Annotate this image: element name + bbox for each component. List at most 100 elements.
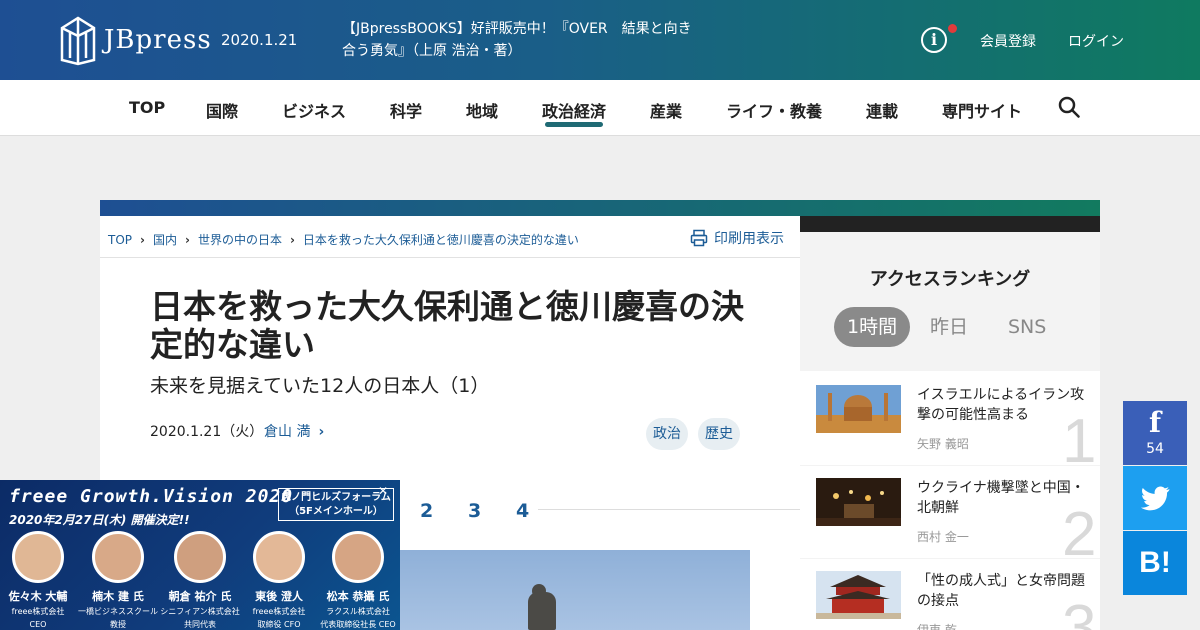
ad-speaker: 松本 恭攝 氏 ラクスル株式会社 代表取締役社長 CEO — [318, 531, 398, 630]
breadcrumb-current[interactable]: 日本を救った大久保利通と徳川慶喜の決定的な違い — [303, 233, 579, 247]
article-subtitle: 未来を見据えていた12人の日本人（1） — [150, 375, 490, 397]
speaker-role: 共同代表 — [184, 620, 216, 629]
speaker-org: ラクスル株式会社 — [326, 607, 390, 616]
author-name: 倉山 満 — [264, 424, 311, 440]
tag-history[interactable]: 歴史 — [698, 418, 740, 450]
breadcrumb-domestic[interactable]: 国内 — [153, 233, 177, 247]
nav-item-top[interactable]: TOP — [129, 98, 165, 117]
nav-item-business[interactable]: ビジネス — [282, 98, 346, 122]
info-icon[interactable]: i — [921, 27, 947, 53]
article-hero-image — [400, 550, 750, 630]
page-link-4[interactable]: 4 — [516, 500, 529, 522]
speaker-name: 楠木 建 氏 — [92, 590, 144, 603]
facebook-icon: f — [1148, 406, 1162, 439]
ranking-item[interactable]: 「性の成人式」と女帝問題の接点 伊東 乾 3 — [800, 559, 1100, 630]
login-link[interactable]: ログイン — [1068, 31, 1124, 51]
hatena-bookmark-button[interactable]: B! — [1123, 531, 1187, 595]
author-link[interactable]: 倉山 満 › — [264, 421, 324, 441]
ranking-item-author: 西村 金一 — [917, 530, 969, 544]
divider — [800, 556, 1100, 558]
speaker-org: シニフィアン株式会社 — [160, 607, 240, 616]
close-icon[interactable]: ✕ — [378, 484, 388, 498]
ad-venue-line: （5Fメインホール） — [289, 506, 383, 517]
nav-active-indicator — [545, 122, 603, 127]
nav-item-politics-economy[interactable]: 政治経済 — [542, 98, 606, 122]
speaker-org: 一橋ビジネススクール — [78, 607, 158, 616]
speaker-role: 代表取締役社長 CEO — [320, 620, 396, 629]
breadcrumb-top[interactable]: TOP — [108, 233, 132, 247]
facebook-share-button[interactable]: f 54 — [1123, 401, 1187, 465]
nav-item-industry[interactable]: 産業 — [650, 98, 682, 122]
speaker-name: 松本 恭攝 氏 — [326, 590, 390, 603]
print-label: 印刷用表示 — [714, 231, 784, 247]
ranking-title: アクセスランキング — [869, 269, 1031, 290]
statue-shape — [528, 592, 556, 630]
speaker-name: 東後 澄人 — [255, 590, 303, 603]
tab-1hour[interactable]: 1時間 — [834, 307, 911, 347]
ranking-number: 2 — [1062, 500, 1097, 557]
section-band — [100, 200, 1100, 216]
ad-venue-line: 虎ノ門ヒルズフォーラム — [281, 492, 391, 503]
ad-speaker: 佐々木 大輔 freee株式会社 CEO — [0, 531, 78, 630]
nav-item-region[interactable]: 地域 — [466, 98, 498, 122]
nav-item-special-sites[interactable]: 専門サイト — [942, 98, 1022, 122]
chevron-right-icon: › — [318, 424, 325, 440]
breadcrumb-separator: › — [140, 233, 145, 247]
nav-item-international[interactable]: 国際 — [206, 98, 238, 122]
header-date: 2020.1.21 — [221, 31, 298, 49]
avatar — [332, 531, 384, 583]
facebook-share-count: 54 — [1146, 441, 1164, 457]
ranking-thumbnail — [816, 478, 901, 526]
logo-text: JBpress — [104, 25, 212, 55]
page-link-3[interactable]: 3 — [468, 500, 481, 522]
ad-banner[interactable]: freee Growth.Vision 2020 2020年2月27日(木) 開… — [0, 480, 400, 630]
breadcrumb-world-japan[interactable]: 世界の中の日本 — [198, 233, 282, 247]
article-date: 2020.1.21（火） — [150, 424, 264, 440]
sidebar-top-bar — [800, 216, 1100, 232]
article-title: 日本を救った大久保利通と徳川慶喜の決定的な違い — [150, 287, 744, 364]
nav-item-series[interactable]: 連載 — [866, 98, 898, 122]
speaker-role: 教授 — [110, 620, 126, 629]
nav-item-science[interactable]: 科学 — [390, 98, 422, 122]
logo-mark-icon — [60, 16, 96, 66]
access-ranking: アクセスランキング 1時間 昨日 SNS イスラエルによるイラン攻撃の可能性高ま… — [800, 232, 1100, 630]
page-link-2[interactable]: 2 — [420, 500, 433, 522]
site-header: JBpress 2020.1.21 【JBpressBOOKS】好評販売中！『O… — [0, 0, 1200, 80]
avatar — [92, 531, 144, 583]
site-logo[interactable]: JBpress — [58, 14, 212, 66]
speaker-role: CEO — [29, 620, 47, 629]
speaker-org: freee株式会社 — [11, 607, 65, 616]
twitter-share-button[interactable] — [1123, 466, 1187, 530]
breadcrumb-separator: › — [289, 233, 295, 247]
ad-title: freee Growth.Vision 2020 — [9, 486, 294, 507]
signup-link[interactable]: 会員登録 — [980, 31, 1036, 51]
tab-sns[interactable]: SNS — [1008, 307, 1046, 347]
ranking-item[interactable]: ウクライナ機撃墜と中国・北朝鮮 西村 金一 2 — [800, 466, 1100, 556]
hatena-icon: B! — [1139, 546, 1171, 579]
ad-date: 2020年2月27日(木) 開催決定!! — [9, 513, 190, 527]
ad-venue: 虎ノ門ヒルズフォーラム （5Fメインホール） — [278, 488, 394, 521]
print-button[interactable]: 印刷用表示 — [690, 228, 784, 248]
ranking-item[interactable]: イスラエルによるイラン攻撃の可能性高まる 矢野 義昭 1 — [800, 373, 1100, 463]
divider — [800, 463, 1100, 465]
printer-icon — [690, 229, 708, 247]
ad-speaker: 朝倉 祐介 氏 シニフィアン株式会社 共同代表 — [160, 531, 240, 630]
breadcrumb-separator: › — [184, 233, 190, 247]
divider — [100, 257, 800, 258]
promo-link[interactable]: 【JBpressBOOKS】好評販売中！『OVER 結果と向き合う勇気』（上原 … — [342, 18, 692, 62]
speaker-name: 佐々木 大輔 — [8, 590, 68, 603]
ad-speaker: 楠木 建 氏 一橋ビジネススクール 教授 — [78, 531, 158, 630]
pager-divider — [538, 509, 800, 510]
search-icon[interactable] — [1058, 96, 1080, 118]
ranking-item-author: 伊東 乾 — [917, 623, 957, 630]
tag-politics[interactable]: 政治 — [646, 418, 688, 450]
speaker-role: 取締役 CFO — [257, 620, 301, 629]
nav-item-life[interactable]: ライフ・教養 — [726, 98, 822, 122]
avatar — [12, 531, 64, 583]
ranking-number: 1 — [1062, 407, 1097, 464]
main-nav: TOP 国際 ビジネス 科学 地域 政治経済 産業 ライフ・教養 連載 専門サイ… — [0, 80, 1200, 136]
tab-yesterday[interactable]: 昨日 — [930, 307, 968, 347]
avatar — [253, 531, 305, 583]
avatar — [174, 531, 226, 583]
ranking-item-author: 矢野 義昭 — [917, 437, 969, 451]
